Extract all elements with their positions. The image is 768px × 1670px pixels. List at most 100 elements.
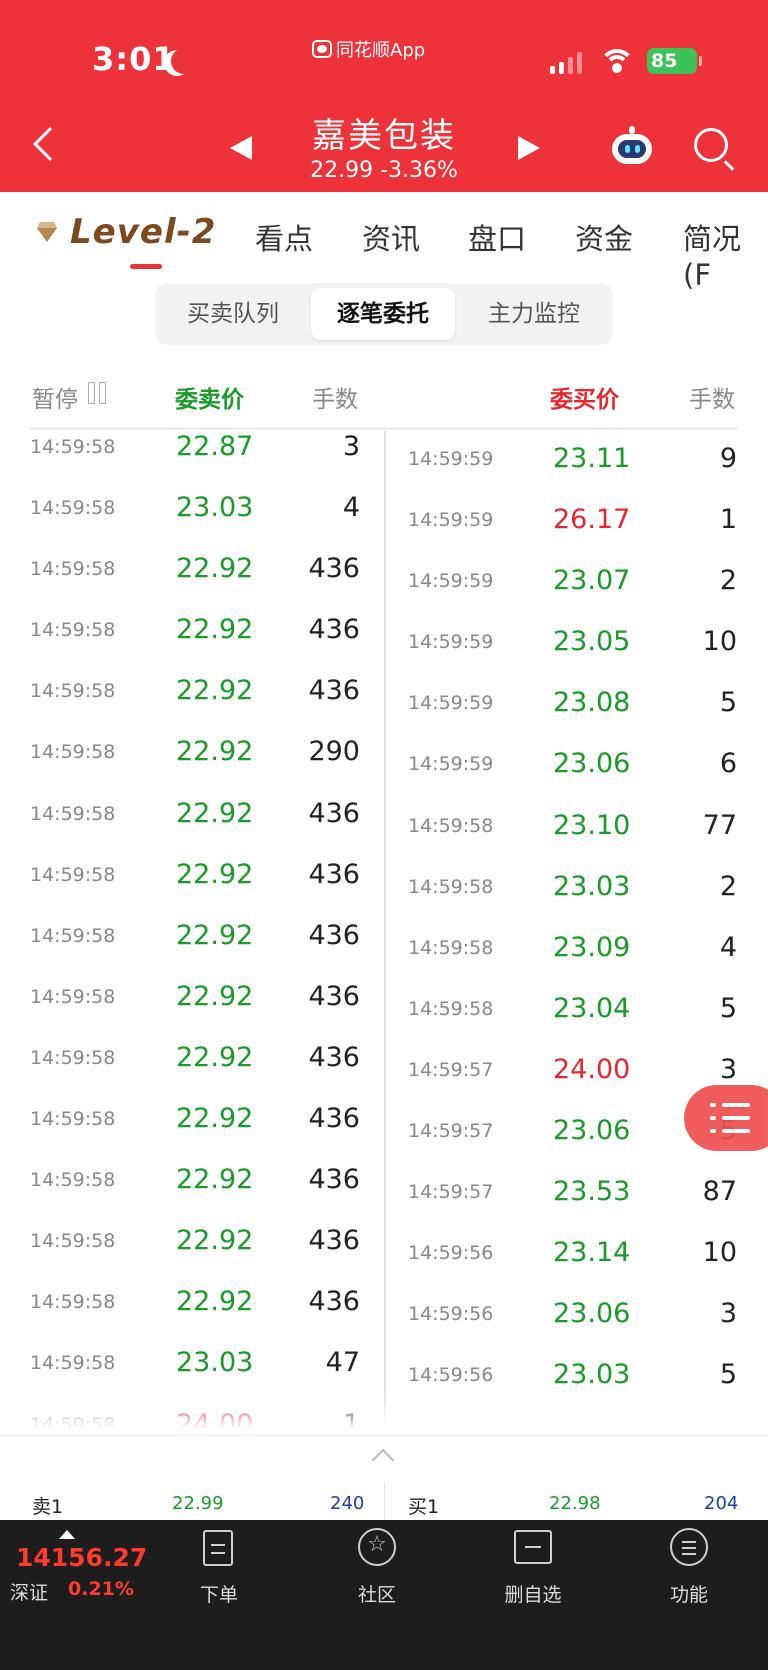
sell1-lots: 240	[330, 1493, 365, 1514]
next-stock-icon[interactable]	[518, 136, 540, 160]
order-lots: 5	[719, 1359, 737, 1391]
order-time: 14:59:59	[408, 692, 494, 715]
segment-main-monitor[interactable]: 主力监控	[461, 288, 607, 340]
tab-level2[interactable]: Level-2	[34, 212, 216, 252]
segmented-control: 买卖队列 逐笔委托 主力监控	[155, 283, 613, 345]
order-lots: 436	[308, 919, 360, 951]
order-row: 14:59:59 23.07 2	[386, 552, 768, 613]
order-time: 14:59:56	[408, 1303, 494, 1326]
order-time: 14:59:58	[408, 814, 494, 837]
order-lots: 77	[702, 809, 737, 841]
order-row: 14:59:56 23.14 10	[386, 1224, 768, 1285]
order-lots: 436	[308, 614, 360, 646]
app-logo-icon	[312, 40, 332, 58]
order-lots: 87	[702, 1176, 737, 1208]
col-buy-price: 委买价	[550, 387, 619, 413]
order-lots: 436	[308, 1286, 360, 1318]
order-time: 14:59:58	[30, 680, 116, 703]
nav-community-label: 社区	[357, 1584, 396, 1606]
order-price: 22.92	[176, 980, 254, 1012]
order-time: 14:59:58	[408, 875, 494, 898]
tab-kandian[interactable]: 看点	[255, 216, 313, 258]
order-row: 14:59:58 23.03 4	[0, 491, 384, 552]
order-lots: 1	[719, 504, 737, 536]
col-sell-price: 委卖价	[175, 387, 244, 413]
order-price: 23.06	[553, 748, 631, 780]
order-row: 14:59:58 22.92 436	[0, 552, 384, 613]
tab-funds[interactable]: 资金	[575, 216, 633, 258]
tab-order-book[interactable]: 盘口	[468, 216, 526, 258]
header: 3:01 同花顺App 85 嘉美包装 22.99 -3.36%	[0, 0, 768, 192]
order-lots: 436	[308, 675, 360, 707]
header-divider	[30, 428, 738, 429]
order-row: 14:59:58 22.92 436	[0, 1163, 384, 1224]
order-row: 14:59:58 23.03 2	[386, 858, 768, 919]
order-price: 23.08	[553, 687, 631, 719]
order-lots: 290	[308, 736, 360, 768]
pause-icon[interactable]	[88, 382, 108, 404]
buy1-label: 买1	[408, 1496, 440, 1518]
buy-order-list[interactable]: 14:59:59 23.11 9 14:59:59 26.17 1 14:59:59 23.0…	[386, 430, 768, 1435]
sell-order-list[interactable]: 14:59:58 22.87 3 14:59:58 23.03 4 14:59:58 22.9…	[0, 430, 384, 1435]
order-time: 14:59:59	[408, 570, 494, 593]
sell1-price: 22.99	[172, 1493, 224, 1514]
order-price: 22.92	[176, 614, 254, 646]
back-icon[interactable]	[33, 127, 67, 161]
order-row: 14:59:58 22.92 436	[0, 980, 384, 1041]
order-lots: 9	[719, 443, 737, 474]
order-row: 14:59:59 23.06 6	[386, 735, 768, 796]
index-change[interactable]: 0.21%	[68, 1578, 134, 1600]
order-time: 14:59:57	[408, 1120, 494, 1143]
menu-icon	[670, 1528, 708, 1566]
prev-stock-icon[interactable]	[230, 136, 252, 160]
order-lots: 436	[308, 1225, 360, 1257]
order-time: 14:59:58	[30, 985, 116, 1008]
battery-icon: 85	[647, 48, 702, 74]
order-row: 14:59:58 22.92 436	[0, 1041, 384, 1102]
order-price: 23.09	[553, 931, 631, 963]
list-icon	[710, 1103, 750, 1133]
tab-profile[interactable]: 简况(F	[683, 216, 768, 292]
stock-quote: 22.99 -3.36%	[310, 158, 458, 183]
order-lots: 436	[308, 858, 360, 890]
order-row: 14:59:58 23.10 77	[386, 797, 768, 858]
order-time: 14:59:59	[408, 753, 494, 776]
order-price: 22.92	[176, 1286, 254, 1318]
order-time: 14:59:58	[30, 436, 116, 458]
order-price: 23.04	[553, 992, 631, 1024]
app-badge[interactable]: 同花顺App	[312, 36, 425, 62]
segment-tick-orders[interactable]: 逐笔委托	[311, 288, 455, 340]
order-time: 14:59:58	[30, 863, 116, 886]
tab-news[interactable]: 资讯	[362, 216, 420, 258]
search-icon[interactable]	[694, 128, 728, 162]
star-icon	[358, 1528, 396, 1566]
order-time: 14:59:58	[30, 558, 116, 581]
order-lots: 10	[702, 1237, 737, 1269]
index-up-icon	[59, 1530, 75, 1539]
floating-list-button[interactable]	[684, 1085, 768, 1151]
order-price: 22.92	[176, 553, 254, 585]
order-time: 14:59:57	[408, 1181, 494, 1204]
order-lots: 10	[702, 626, 737, 658]
sell1-label: 卖1	[32, 1496, 64, 1518]
minus-box-icon	[514, 1530, 552, 1564]
segment-bid-ask-queue[interactable]: 买卖队列	[161, 288, 305, 340]
pause-button[interactable]: 暂停	[32, 380, 78, 414]
order-price: 23.11	[553, 443, 631, 474]
order-lots: 3	[719, 1298, 737, 1330]
order-lots: 5	[719, 992, 737, 1024]
order-price: 23.03	[176, 1347, 254, 1379]
order-lots: 4	[719, 931, 737, 963]
index-value[interactable]: 14156.27	[16, 1543, 147, 1572]
nav-functions-label: 功能	[669, 1584, 708, 1606]
order-time: 14:59:56	[408, 1242, 494, 1265]
order-price: 22.92	[176, 919, 254, 951]
robot-assistant-icon[interactable]	[608, 126, 656, 166]
order-time: 14:59:57	[408, 1058, 494, 1081]
order-row: 14:59:58 22.92 436	[0, 613, 384, 674]
index-name[interactable]: 深证	[10, 1578, 48, 1605]
order-price: 26.17	[553, 504, 631, 536]
order-price: 23.05	[553, 626, 631, 658]
order-price: 22.92	[176, 1041, 254, 1073]
order-row: 14:59:58 22.87 3	[0, 430, 384, 491]
